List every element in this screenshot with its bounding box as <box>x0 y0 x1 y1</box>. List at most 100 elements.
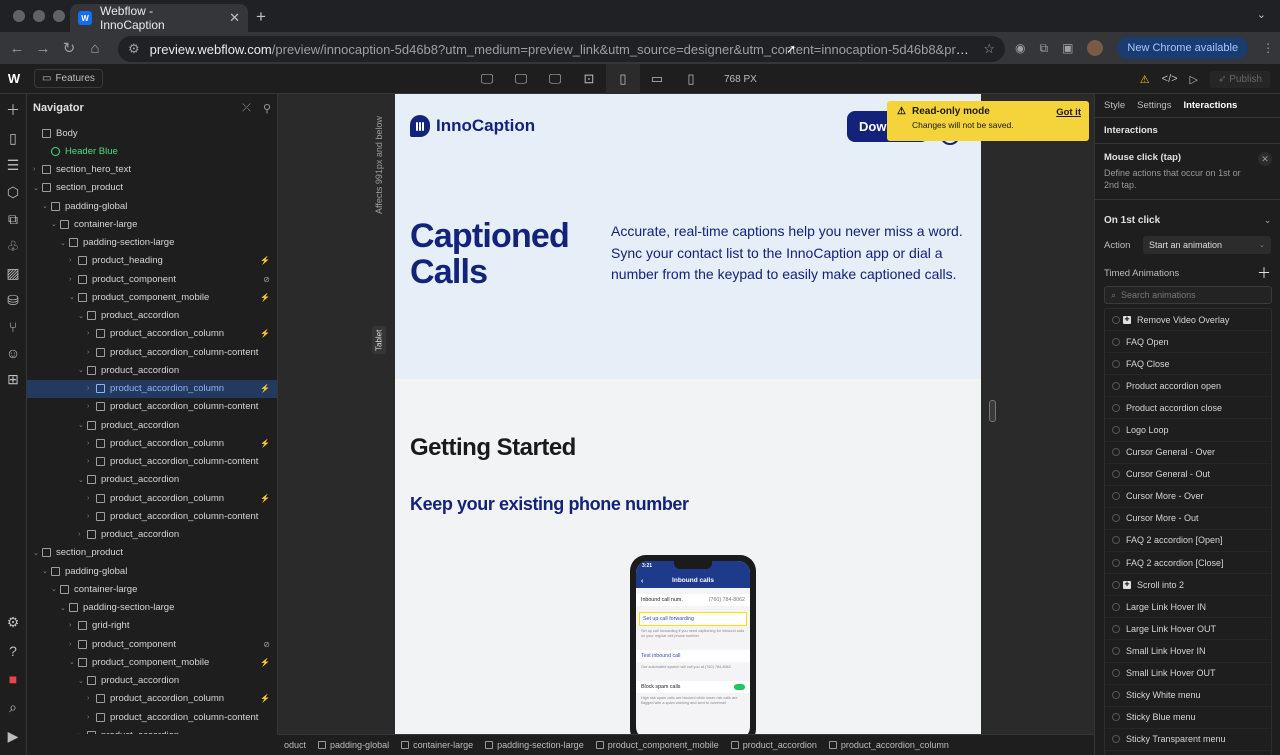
breadcrumb-item[interactable]: container-large <box>395 740 479 750</box>
cms-icon[interactable]: ⛁ <box>7 292 19 309</box>
chevron-right-icon[interactable]: › <box>87 440 96 447</box>
home-icon[interactable]: ⌂ <box>82 40 108 57</box>
on-first-click-header[interactable]: On 1st click ⌄ <box>1095 206 1280 234</box>
help-icon[interactable]: ? <box>9 643 17 659</box>
chevron-right-icon[interactable]: › <box>87 403 96 410</box>
new-chrome-available-button[interactable]: New Chrome available <box>1117 37 1249 59</box>
navigator-node[interactable]: › product_accordion <box>27 526 277 544</box>
tab-style[interactable]: Style <box>1104 100 1125 111</box>
search-icon[interactable]: ⌕ <box>9 699 17 716</box>
chevron-down-icon[interactable]: ⌄ <box>33 184 42 192</box>
navigator-node[interactable]: ⌄ product_accordion <box>27 307 277 325</box>
radio-icon[interactable] <box>1112 646 1120 655</box>
chevron-down-icon[interactable]: ⌄ <box>78 366 87 374</box>
navigator-node[interactable]: › product_component ⊘ <box>27 635 277 653</box>
desktop-medium-icon[interactable]: 🖵 <box>504 64 538 94</box>
navigator-node[interactable]: ⌄ section_product <box>27 179 277 197</box>
chevron-down-icon[interactable]: ⌄ <box>78 312 87 320</box>
extensions-puzzle-icon[interactable]: ⧉ <box>1039 41 1048 56</box>
radio-icon[interactable] <box>1112 315 1120 324</box>
navigator-node[interactable]: › product_accordion_column ⚡ <box>27 325 277 343</box>
navigator-node[interactable]: › section_hero_text <box>27 161 277 179</box>
radio-icon[interactable] <box>1112 403 1120 412</box>
browser-tab[interactable]: W Webflow - InnoCaption ✕ <box>70 4 248 32</box>
tablet-breakpoint-tab[interactable]: Tablet <box>372 326 386 354</box>
mobile-landscape-icon[interactable]: ▭ <box>640 64 674 94</box>
radio-icon[interactable] <box>1112 536 1120 545</box>
animation-item[interactable]: Small Link Hover IN <box>1105 640 1271 663</box>
navigator-node[interactable]: ⌄ product_component_mobile ⚡ <box>27 288 277 306</box>
chevron-right-icon[interactable]: › <box>33 166 42 173</box>
bookmark-star-icon[interactable]: ☆ <box>983 41 995 57</box>
radio-icon[interactable] <box>1112 713 1120 722</box>
navigator-node[interactable]: ⌄ padding-section-large <box>27 234 277 252</box>
forward-arrow-icon[interactable]: → <box>30 40 56 57</box>
radio-icon[interactable] <box>1112 735 1120 744</box>
navigator-node[interactable]: › product_accordion_column ⚡ <box>27 379 277 398</box>
navigator-node[interactable]: ⌄ container-large <box>27 580 277 598</box>
animation-item[interactable]: Cursor More - Out <box>1105 508 1271 530</box>
mobile-portrait-icon[interactable]: ▯ <box>674 64 708 94</box>
tab-close-icon[interactable]: ✕ <box>229 10 240 26</box>
chevron-down-icon[interactable]: ⌄ <box>78 677 87 685</box>
radio-icon[interactable] <box>1112 602 1120 611</box>
add-animation-icon[interactable]: ＋ <box>1257 263 1271 283</box>
breadcrumb-item[interactable]: oduct <box>278 740 312 750</box>
add-icon[interactable]: ＋ <box>6 100 20 120</box>
record-icon[interactable]: ■ <box>9 671 17 687</box>
navigator-node[interactable]: ⌄ product_accordion <box>27 672 277 690</box>
breadcrumb-item[interactable]: padding-global <box>312 740 395 750</box>
extension-icon[interactable]: ◉ <box>1015 41 1025 55</box>
chevron-right-icon[interactable]: › <box>69 622 78 629</box>
radio-icon[interactable] <box>1112 448 1120 457</box>
navigator-node[interactable]: › product_accordion_column ⚡ <box>27 489 277 507</box>
pages-icon[interactable]: ▯ <box>9 130 17 147</box>
navigator-node[interactable]: › product_accordion <box>27 726 277 734</box>
url-text[interactable]: preview.webflow.com/preview/innocaption-… <box>150 42 974 57</box>
animation-item[interactable]: FAQ Open <box>1105 331 1271 354</box>
navigator-node[interactable]: Header Blue <box>27 142 277 160</box>
collapse-icon[interactable]: ⤫ <box>242 102 251 115</box>
zoom-window-dot[interactable] <box>53 10 65 22</box>
chevron-down-icon[interactable]: ⌄ <box>69 658 78 666</box>
navigator-node[interactable]: ⌄ padding-section-large <box>27 599 277 617</box>
animation-item[interactable]: FAQ Close <box>1105 353 1271 376</box>
chevron-right-icon[interactable]: › <box>87 513 96 520</box>
animation-item[interactable]: Submenu dropdown [Open] <box>1105 751 1271 755</box>
animation-item[interactable]: FAQ 2 accordion [Close] <box>1105 552 1271 575</box>
tablet-icon[interactable]: ▯ <box>606 64 640 94</box>
chevron-down-icon[interactable]: ⌄ <box>42 202 51 210</box>
publish-button[interactable]: ➶ Publish <box>1210 70 1270 88</box>
radio-icon[interactable] <box>1112 337 1120 346</box>
site-info-icon[interactable]: ⚙ <box>128 41 140 57</box>
radio-icon[interactable] <box>1112 470 1120 479</box>
navigator-node[interactable]: › product_heading ⚡ <box>27 252 277 270</box>
animation-item[interactable]: Large Link Hover OUT <box>1105 618 1271 641</box>
reload-icon[interactable]: ↻ <box>56 39 82 57</box>
chevron-right-icon[interactable]: › <box>87 349 96 356</box>
navigator-node[interactable]: ⌄ section_product <box>27 544 277 562</box>
canvas-resize-handle[interactable] <box>989 400 996 422</box>
action-select[interactable]: Start an animation ⌄ <box>1143 236 1271 254</box>
chevron-down-icon[interactable]: ⌄ <box>33 549 42 557</box>
chevron-down-icon[interactable]: ⌄ <box>69 293 78 301</box>
chevron-right-icon[interactable]: › <box>78 531 87 538</box>
radio-icon[interactable] <box>1112 426 1120 435</box>
chevron-down-icon[interactable]: ⌄ <box>60 604 69 612</box>
got-it-button[interactable]: Got it <box>1056 107 1081 118</box>
navigator-node[interactable]: › product_component ⊘ <box>27 270 277 288</box>
radio-icon[interactable] <box>1112 558 1120 567</box>
navigator-icon[interactable]: ☰ <box>7 157 20 174</box>
chevron-right-icon[interactable]: › <box>69 276 78 283</box>
navigator-node[interactable]: › product_accordion_column-content <box>27 708 277 726</box>
chevron-right-icon[interactable]: › <box>69 641 78 648</box>
navigator-node[interactable]: ⌄ product_accordion <box>27 361 277 379</box>
navigator-node[interactable]: › product_accordion_column ⚡ <box>27 434 277 452</box>
navigator-node[interactable]: ⌄ padding-global <box>27 562 277 580</box>
animation-item[interactable]: Cursor General - Out <box>1105 464 1271 486</box>
chevron-down-icon[interactable]: ⌄ <box>60 239 69 247</box>
animation-item[interactable]: Small Link Hover OUT <box>1105 663 1271 685</box>
minimize-window-dot[interactable] <box>33 10 45 22</box>
animation-item[interactable]: Sticky White menu <box>1105 685 1271 707</box>
styles-icon[interactable]: ♧ <box>7 238 20 255</box>
